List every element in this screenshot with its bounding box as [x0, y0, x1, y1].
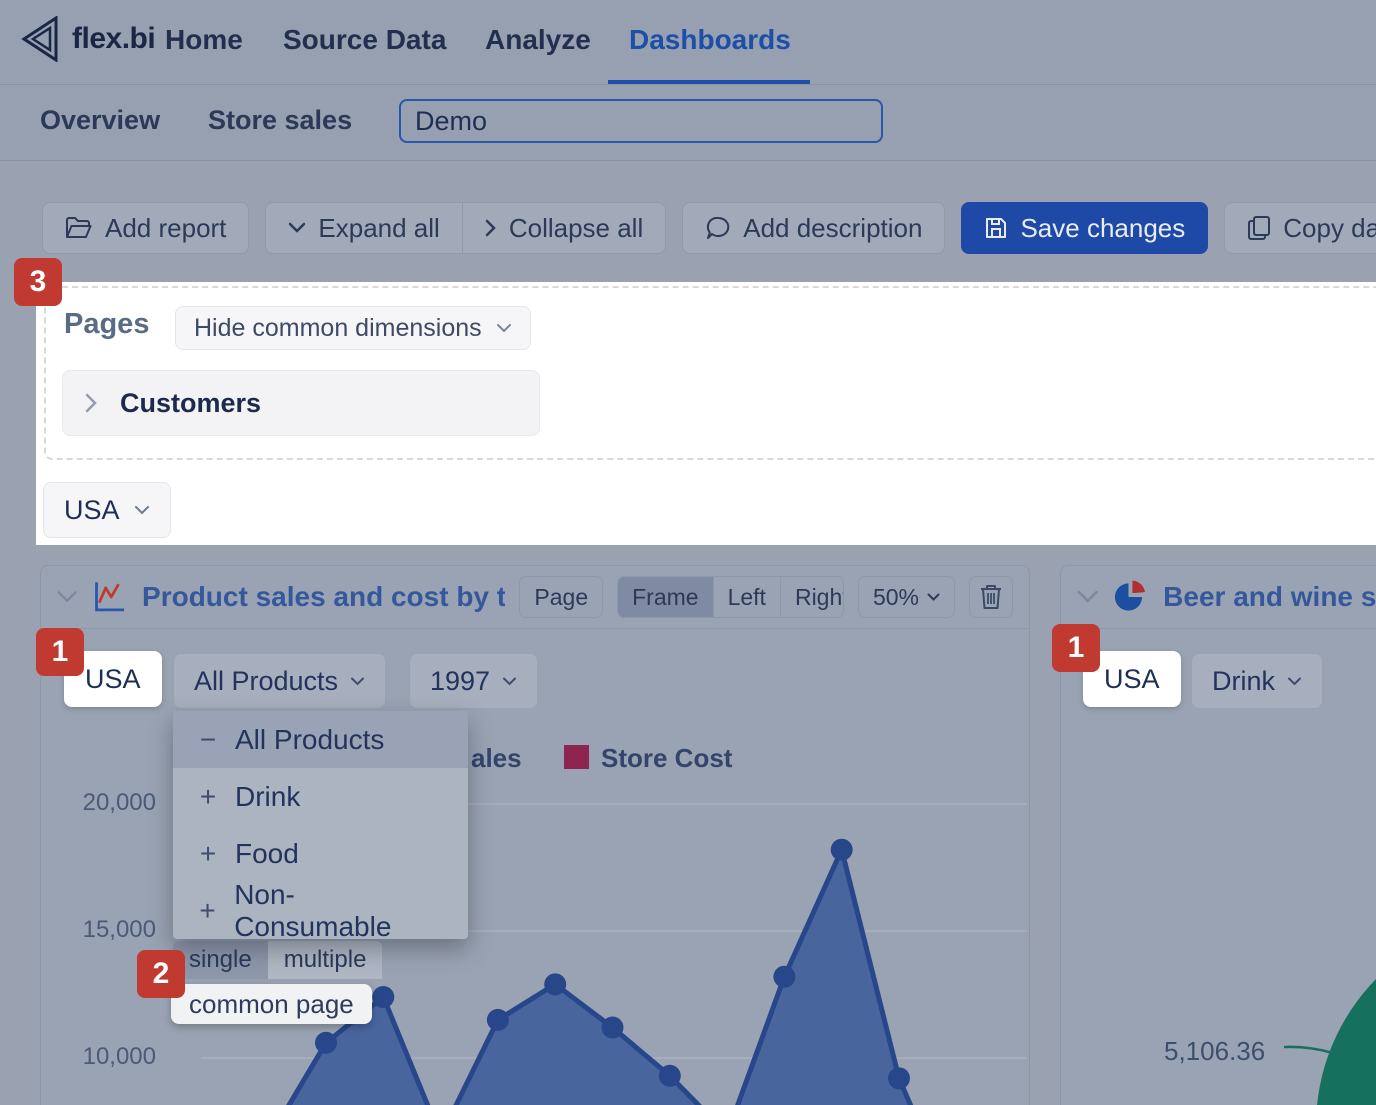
single-tab-label: single [189, 946, 252, 974]
hide-common-dimensions-label: Hide common dimensions [194, 314, 482, 343]
chevron-right-icon [85, 393, 98, 413]
dashboard-tab-overview[interactable]: Overview [40, 105, 160, 136]
nav-item-source-data[interactable]: Source Data [283, 24, 446, 56]
data-point[interactable] [888, 1067, 910, 1089]
tour-badge-2: 2 [137, 950, 185, 998]
customers-group-label: Customers [120, 388, 261, 419]
expand-plus-icon[interactable]: + [197, 895, 218, 927]
report-panel-beer-wine: Beer and wine sa USA Drink 5,106.36 [1060, 565, 1376, 1105]
nav-item-analyze[interactable]: Analyze [485, 24, 591, 56]
pages-group-customers[interactable]: Customers [62, 370, 540, 436]
dashboard-tab-store-sales[interactable]: Store sales [208, 105, 352, 136]
copy-icon [1247, 215, 1271, 241]
active-tab-underline [608, 80, 810, 84]
add-description-button[interactable]: Add description [682, 202, 945, 254]
data-point[interactable] [372, 986, 394, 1008]
data-point[interactable] [544, 973, 566, 995]
copy-dashboard-label: Copy dashboard [1283, 213, 1376, 244]
common-page-tooltip: common page [171, 984, 372, 1024]
dropdown-item-label: Non-Consumable [234, 879, 444, 943]
nav-item-home[interactable]: Home [165, 24, 243, 56]
flexbi-logo-icon [20, 16, 60, 62]
expand-all-button[interactable]: Expand all [266, 203, 461, 253]
tour-badge-1-right: 1 [1052, 624, 1100, 672]
pie-label-leader-line [1284, 1047, 1333, 1053]
chevron-down-icon [496, 323, 512, 333]
dropdown-item-drink[interactable]: + Drink [173, 768, 468, 825]
expand-collapse-group: Expand all Collapse all [265, 202, 666, 254]
dropdown-item-all-products[interactable]: − All Products [173, 711, 468, 768]
tour-badge-number: 2 [153, 957, 170, 991]
collapse-all-label: Collapse all [509, 213, 643, 244]
collapse-minus-icon[interactable]: − [197, 724, 219, 756]
data-point[interactable] [831, 839, 853, 861]
tour-badge-number: 1 [1068, 631, 1085, 665]
page-mode-tabs: single multiple [173, 941, 382, 979]
data-point[interactable] [773, 966, 795, 988]
top-navigation: flex.bi Home Source Data Analyze Dashboa… [0, 0, 1376, 85]
comment-icon [705, 215, 731, 241]
data-point[interactable] [315, 1032, 337, 1054]
expand-plus-icon[interactable]: + [197, 838, 219, 870]
nav-item-dashboards[interactable]: Dashboards [629, 24, 791, 56]
pages-title: Pages [64, 308, 149, 341]
product-dropdown-menu: − All Products + Drink + Food + Non-Cons… [173, 711, 468, 939]
brand-name: flex.bi [72, 22, 155, 56]
copy-dashboard-button[interactable]: Copy dashboard [1224, 202, 1376, 254]
page-mode-single-tab[interactable]: single [173, 941, 268, 979]
app-root: flex.bi Home Source Data Analyze Dashboa… [0, 0, 1376, 1105]
add-report-label: Add report [105, 213, 226, 244]
dropdown-item-label: Drink [235, 781, 300, 813]
save-changes-button[interactable]: Save changes [961, 202, 1208, 254]
folder-icon [65, 216, 93, 240]
page-mode-multiple-tab[interactable]: multiple [268, 941, 383, 979]
beer-wine-pie-chart [1061, 566, 1376, 1105]
multiple-tab-label: multiple [284, 946, 367, 974]
add-description-label: Add description [743, 213, 922, 244]
common-page-tooltip-label: common page [189, 989, 354, 1020]
common-page-filter-usa[interactable]: USA [43, 482, 171, 538]
common-page-filter-label: USA [64, 495, 120, 526]
chevron-right-icon [485, 219, 497, 237]
dashboard-toolbar: Add report Expand all Collapse all Add d… [42, 202, 1376, 254]
add-report-button[interactable]: Add report [42, 202, 249, 254]
tour-badge-number: 3 [30, 265, 47, 299]
data-point[interactable] [659, 1065, 681, 1087]
dashboard-tabs-bar: Overview Store sales [0, 85, 1376, 161]
data-point[interactable] [602, 1017, 624, 1039]
save-icon [984, 216, 1008, 240]
chevron-down-icon [288, 222, 306, 234]
tour-badge-number: 1 [52, 635, 69, 669]
dropdown-item-label: All Products [235, 724, 384, 756]
pages-section: Pages Hide common dimensions Customers U… [36, 282, 1376, 545]
chevron-down-icon [134, 505, 150, 515]
dropdown-item-food[interactable]: + Food [173, 825, 468, 882]
expand-plus-icon[interactable]: + [197, 781, 219, 813]
pie-slice-drink[interactable] [1316, 916, 1376, 1105]
expand-all-label: Expand all [318, 213, 439, 244]
dashboard-name-input[interactable] [399, 99, 883, 143]
hide-common-dimensions-button[interactable]: Hide common dimensions [175, 306, 531, 350]
tour-badge-3: 3 [14, 258, 62, 306]
save-changes-label: Save changes [1020, 213, 1185, 244]
data-point[interactable] [487, 1009, 509, 1031]
dropdown-item-label: Food [235, 838, 299, 870]
brand[interactable]: flex.bi [20, 16, 155, 62]
tour-badge-1-left: 1 [36, 628, 84, 676]
collapse-all-button[interactable]: Collapse all [462, 203, 665, 253]
report-panel-product-sales: Product sales and cost by ti... Page Fra… [40, 565, 1030, 1105]
dropdown-item-non-consumable[interactable]: + Non-Consumable [173, 882, 468, 939]
